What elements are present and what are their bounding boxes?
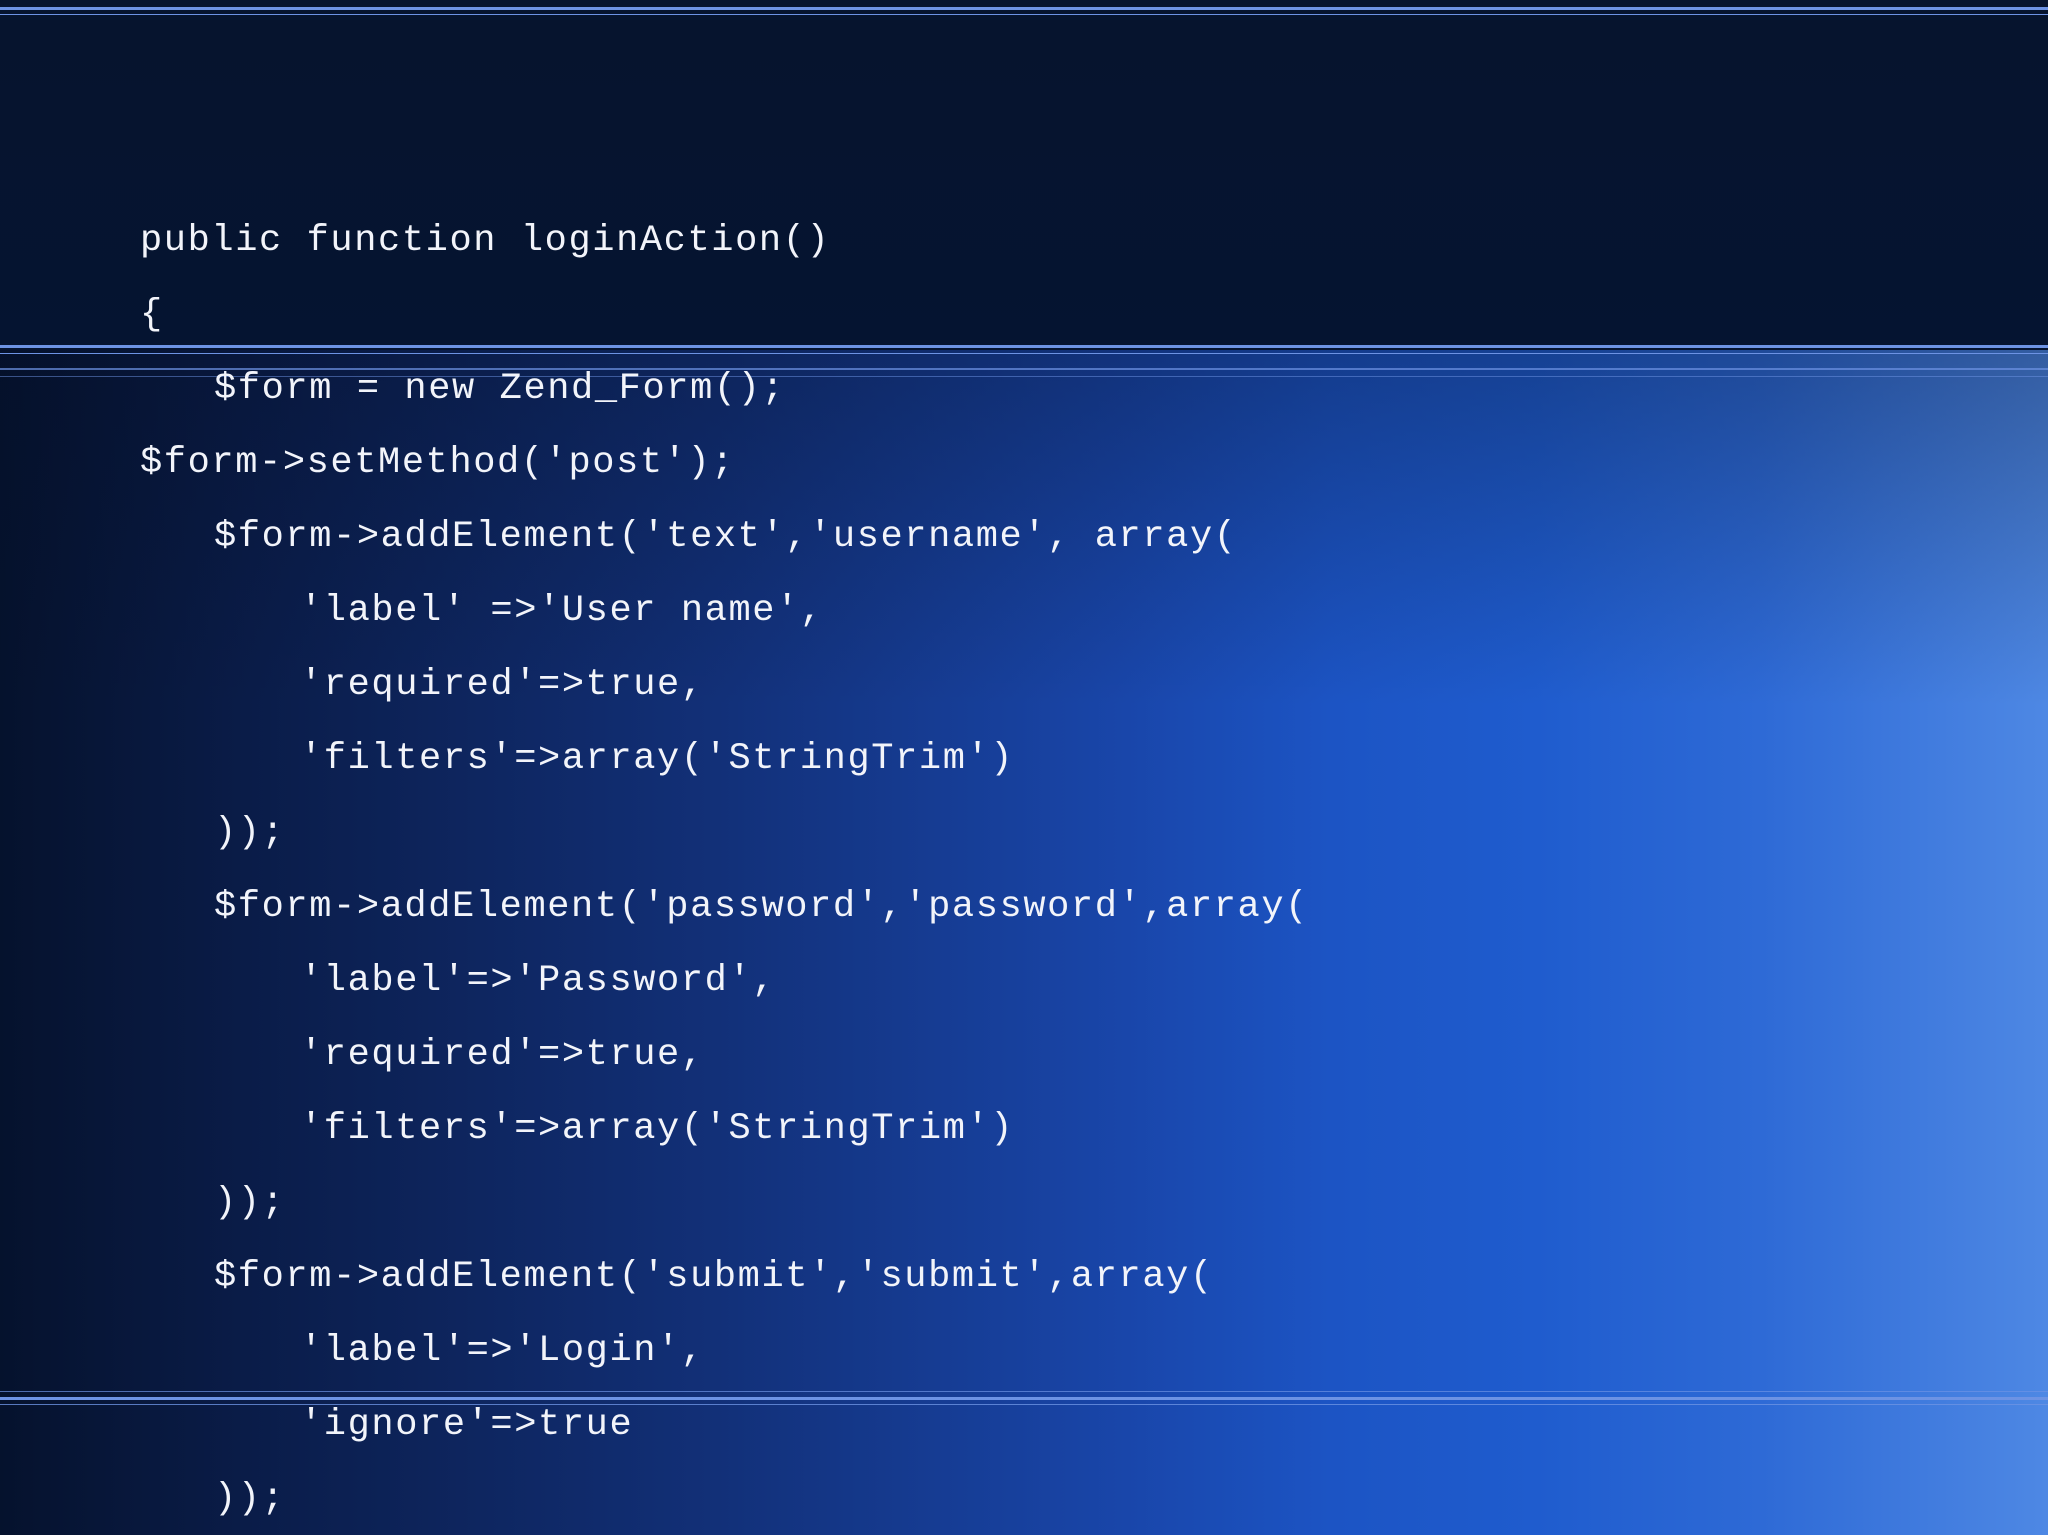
code-line-11: 'label'=>'Password', [300, 960, 777, 1002]
code-line-7: 'required'=>true, [300, 664, 705, 706]
code-line-14: )); [214, 1182, 286, 1224]
divider-upper-1 [0, 345, 2048, 348]
code-line-8: 'filters'=>array('StringTrim') [300, 738, 1015, 780]
code-line-10: $form->addElement('password','password',… [214, 886, 1309, 928]
divider-lower-2 [0, 1397, 2048, 1400]
code-line-3: $form = new Zend_Form(); [214, 368, 786, 410]
top-band [0, 0, 2048, 350]
code-line-6: 'label' =>'User name', [300, 590, 824, 632]
code-line-13: 'filters'=>array('StringTrim') [300, 1108, 1015, 1150]
code-line-1: public function loginAction() [140, 220, 831, 262]
divider-lower-1 [0, 1391, 2048, 1392]
divider-top-1 [0, 7, 2048, 10]
code-line-9: )); [214, 812, 286, 854]
code-line-18: )); [214, 1478, 286, 1520]
slide: public function loginAction() { $form = … [0, 0, 2048, 1535]
code-line-5: $form->addElement('text','username', arr… [214, 516, 1238, 558]
code-line-12: 'required'=>true, [300, 1034, 705, 1076]
divider-top-2 [0, 14, 2048, 15]
code-line-17: 'ignore'=>true [300, 1404, 634, 1446]
code-line-15: $form->addElement('submit','submit',arra… [214, 1256, 1214, 1298]
code-line-16: 'label'=>'Login', [300, 1330, 705, 1372]
divider-upper-2 [0, 353, 2048, 354]
code-line-2: { [140, 294, 164, 336]
code-line-4: $form->setMethod('post'); [140, 442, 736, 484]
